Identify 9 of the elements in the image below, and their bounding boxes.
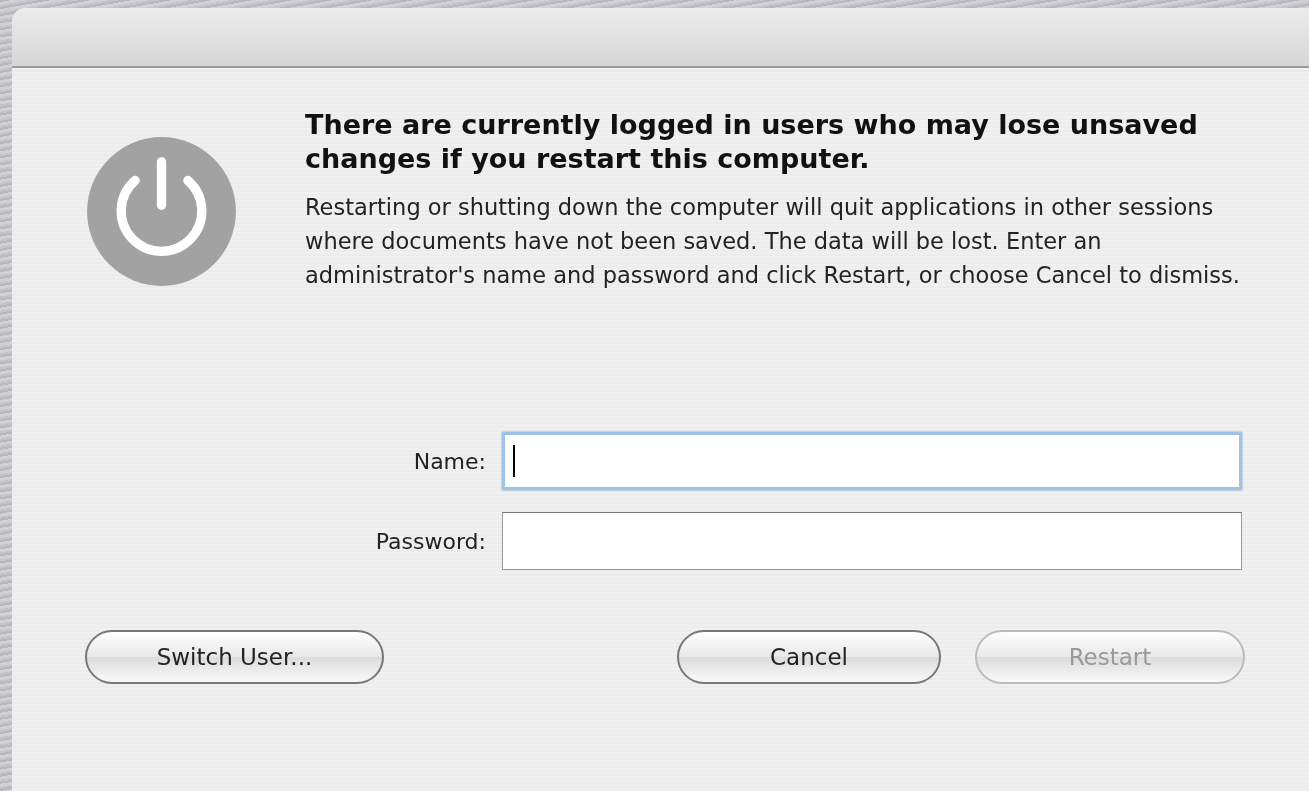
field-label: Name: [412,447,487,476]
input-field[interactable] [502,432,1242,490]
dialog-message: Restarting or shutting down the computer will quit applications in other sessions where documents have not been saved. The data will be lost. Enter an administrator's name and password and click Restart, or choose Cancel to dismiss. [305,193,1241,290]
input-field[interactable] [502,512,1242,570]
dialog-heading: There are currently logged in users who may lose unsaved changes if you restart this computer. [305,108,1199,176]
field-label: Password: [374,527,487,556]
power-icon [84,134,239,289]
dialog-button[interactable]: Switch User... [85,630,384,684]
dialog-button[interactable]: Cancel [677,630,941,684]
